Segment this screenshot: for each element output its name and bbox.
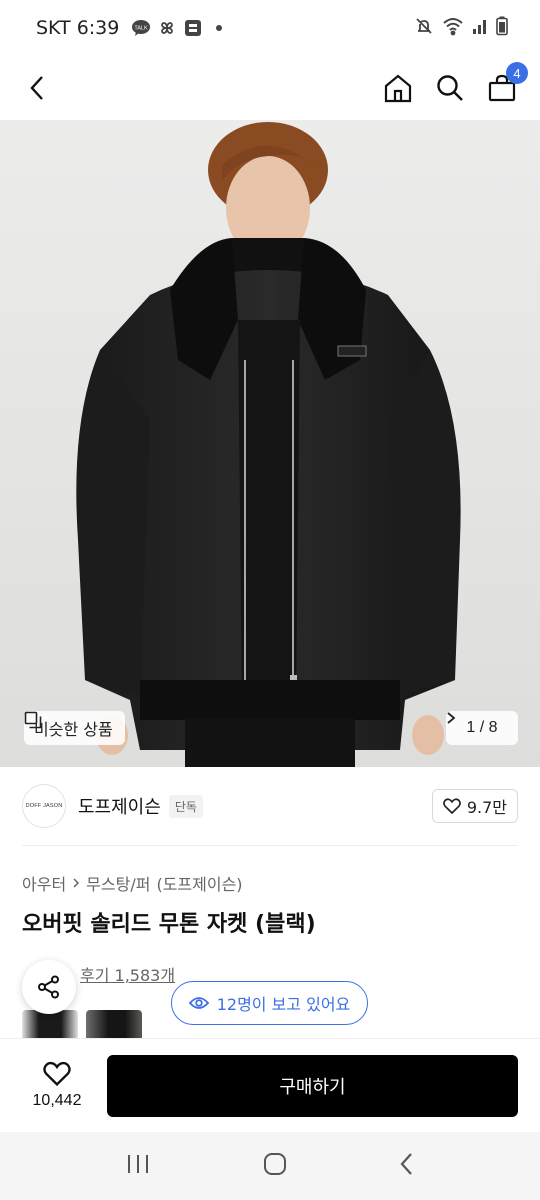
brand-name[interactable]: 도프제이슨 xyxy=(78,793,161,819)
breadcrumb-item[interactable]: (도프제이슨) xyxy=(156,871,242,895)
talk-label: TALK xyxy=(135,26,149,32)
thumbnail[interactable] xyxy=(86,1010,142,1040)
search-button[interactable] xyxy=(434,72,466,104)
similar-products-label: 비슷한 상품 xyxy=(34,720,113,739)
heart-icon xyxy=(442,798,461,814)
kakaotalk-icon: TALK xyxy=(131,18,151,38)
viewers-count-text: 12명이 보고 있어요 xyxy=(216,995,351,1014)
thumbnail[interactable] xyxy=(22,1010,78,1040)
cart-button[interactable]: 4 xyxy=(486,62,528,104)
home-icon xyxy=(384,74,412,103)
product-image-carousel[interactable]: 비슷한 상품 1 / 8 xyxy=(0,120,540,767)
app-header: 4 xyxy=(0,56,540,120)
eye-icon xyxy=(188,997,209,1009)
wifi-icon xyxy=(442,16,464,41)
home-nav-button[interactable] xyxy=(262,1151,288,1181)
system-navigation-bar xyxy=(0,1132,540,1200)
page-indicator-text: 1 / 8 xyxy=(466,719,498,736)
copy-icon xyxy=(24,711,42,729)
cart-badge: 4 xyxy=(506,62,528,84)
chevron-left-icon xyxy=(30,76,43,100)
image-page-indicator[interactable]: 1 / 8 xyxy=(446,711,518,745)
battery-icon xyxy=(496,16,508,41)
product-title: 오버핏 솔리드 무톤 자켓 (블랙) xyxy=(22,912,316,937)
brand-logo-text: DOFF JASON xyxy=(25,803,63,809)
status-bar: SKT 6:39 TALK xyxy=(0,0,540,56)
brand-row[interactable]: DOFF JASON 도프제이슨 단독 9.7만 xyxy=(22,783,518,829)
mute-icon xyxy=(414,16,434,41)
brand-logo[interactable]: DOFF JASON xyxy=(22,784,66,828)
recent-apps-button[interactable] xyxy=(125,1153,151,1179)
purchase-bar: 10,442 구매하기 xyxy=(0,1038,540,1132)
recent-apps-icon xyxy=(128,1155,149,1173)
brand-like-count: 9.7만 xyxy=(466,798,507,817)
viewers-count-pill: 12명이 보고 있어요 xyxy=(171,981,368,1025)
buy-button[interactable]: 구매하기 xyxy=(107,1054,518,1117)
review-link[interactable]: 후기 1,583개 xyxy=(80,962,175,986)
chevron-right-icon xyxy=(73,878,80,888)
home-button[interactable] xyxy=(382,72,414,104)
dot-icon xyxy=(209,18,229,38)
chevron-right-icon xyxy=(447,712,456,724)
share-button[interactable] xyxy=(22,960,76,1014)
back-nav-button[interactable] xyxy=(399,1151,415,1181)
breadcrumb-item[interactable]: 무스탕/퍼 xyxy=(86,871,150,895)
divider xyxy=(22,845,518,846)
back-nav-icon xyxy=(400,1153,412,1175)
app-notification-icon xyxy=(183,18,203,38)
search-icon xyxy=(437,75,463,101)
exclusive-badge: 단독 xyxy=(168,794,203,818)
share-icon xyxy=(38,975,59,999)
status-time: SKT 6:39 xyxy=(36,17,120,39)
home-nav-icon xyxy=(263,1153,286,1175)
breadcrumb-item[interactable]: 아우터 xyxy=(22,871,66,895)
pinwheel-icon xyxy=(157,18,177,38)
thumbnail-strip xyxy=(22,1010,142,1040)
wishlist-count: 10,442 xyxy=(32,1092,82,1109)
similar-products-button[interactable]: 비슷한 상품 xyxy=(24,711,125,745)
brand-like-button[interactable]: 9.7만 xyxy=(431,789,518,823)
wishlist-button[interactable]: 10,442 xyxy=(22,1061,92,1110)
product-photo xyxy=(0,120,540,767)
heart-icon xyxy=(43,1061,71,1086)
back-button[interactable] xyxy=(22,72,54,104)
signal-icon xyxy=(472,17,488,40)
breadcrumb: 아우터 무스탕/퍼 (도프제이슨) xyxy=(22,871,243,895)
